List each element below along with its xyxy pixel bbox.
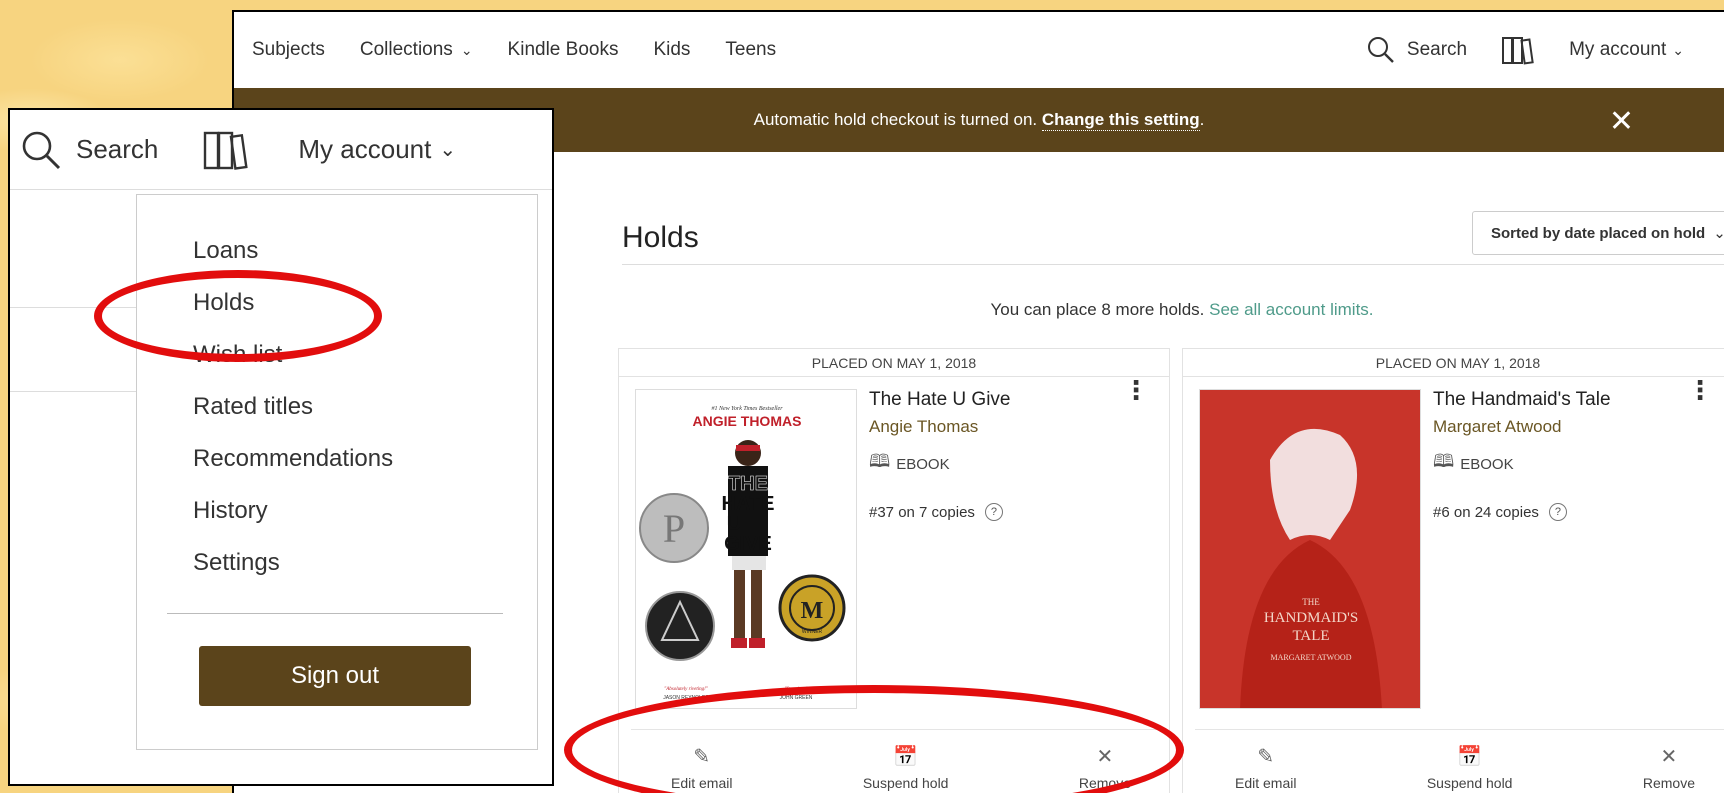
menu-divider <box>167 613 503 614</box>
chevron-down-icon: ⌄ <box>460 41 473 58</box>
search-icon <box>1367 37 1394 63</box>
edit-icon: ✎ <box>1257 746 1275 768</box>
book-title[interactable]: The Handmaid's Tale <box>1433 389 1611 411</box>
svg-text:P: P <box>663 506 685 551</box>
sign-out-button[interactable]: Sign out <box>199 646 471 706</box>
book-title[interactable]: The Hate U Give <box>869 389 1011 411</box>
nav-collections[interactable]: Collections ⌄ <box>360 39 473 61</box>
svg-text:#1 New York Times Bestseller: #1 New York Times Bestseller <box>711 406 783 412</box>
book-cover[interactable]: #1 New York Times Bestseller ANGIE THOMA… <box>635 389 857 709</box>
search-icon <box>22 131 61 169</box>
hold-card: PLACED ON MAY 1, 2018 THE HANDMAID'S TAL… <box>1182 348 1724 793</box>
handmaids-tale-cover-art: THE HANDMAID'S TALE MARGARET ATWOOD <box>1200 390 1420 708</box>
svg-text:M: M <box>801 598 824 624</box>
chevron-down-icon: ⌄ <box>1672 41 1684 58</box>
queue-position: #37 on 7 copies? <box>869 503 1011 521</box>
sort-dropdown[interactable]: Sorted by date placed on hold ⌄ <box>1472 211 1724 255</box>
hold-actions: ✎ Edit email 📅 Suspend hold ✕ Remove <box>1195 729 1724 791</box>
svg-text:THE: THE <box>1302 597 1320 607</box>
help-icon[interactable]: ? <box>984 503 1003 521</box>
more-options-icon[interactable]: ⋮ <box>1687 377 1713 403</box>
nav-teens[interactable]: Teens <box>725 39 776 61</box>
svg-text:GIVE: GIVE <box>724 533 772 555</box>
highlight-oval <box>94 270 382 362</box>
zoom-header: Search My account ⌄ <box>10 110 552 190</box>
nav-kids[interactable]: Kids <box>653 39 690 61</box>
svg-text:U: U <box>727 513 741 535</box>
menu-item-history[interactable]: History <box>193 497 268 525</box>
suspend-hold-button[interactable]: 📅 Suspend hold <box>1427 744 1513 791</box>
menu-item-loans[interactable]: Loans <box>193 237 258 265</box>
chevron-down-icon: ⌄ <box>1713 224 1724 242</box>
bookshelf-icon <box>1502 37 1534 65</box>
open-book-icon: 🕮 <box>869 451 891 471</box>
placed-date: PLACED ON MAY 1, 2018 <box>619 349 1169 377</box>
placed-date: PLACED ON MAY 1, 2018 <box>1183 349 1724 377</box>
holds-limit-text: You can place 8 more holds. See all acco… <box>990 300 1374 319</box>
svg-text:"Absolutely riveting!": "Absolutely riveting!" <box>664 687 709 692</box>
svg-text:HATE: HATE <box>722 493 775 515</box>
menu-item-settings[interactable]: Settings <box>193 549 280 577</box>
edit-email-button[interactable]: ✎ Edit email <box>1235 744 1296 791</box>
more-options-icon[interactable]: ⋮ <box>1123 377 1149 403</box>
bookshelf-button[interactable] <box>202 129 250 171</box>
page-title: Holds <box>622 221 699 254</box>
book-cover[interactable]: THE HANDMAID'S TALE MARGARET ATWOOD <box>1199 389 1421 709</box>
svg-text:TALE: TALE <box>1292 628 1329 644</box>
svg-text:ANGIE THOMAS: ANGIE THOMAS <box>693 413 802 429</box>
svg-text:MARGARET ATWOOD: MARGARET ATWOOD <box>1271 653 1352 662</box>
search-button[interactable]: Search <box>20 129 158 171</box>
calendar-icon: 📅 <box>1457 746 1483 768</box>
book-info: The Handmaid's Tale Margaret Atwood 🕮 EBO… <box>1433 389 1611 521</box>
format-label: 🕮 EBOOK <box>869 449 1011 479</box>
top-navigation: Subjects Collections ⌄ Kindle Books Kids … <box>234 12 1724 88</box>
help-icon[interactable]: ? <box>1548 503 1567 521</box>
search-button[interactable]: Search <box>1367 36 1467 64</box>
book-author[interactable]: Angie Thomas <box>869 417 1011 437</box>
close-icon[interactable]: ✕ <box>1609 104 1634 139</box>
chevron-down-icon: ⌄ <box>439 139 457 161</box>
hate-u-give-cover-art: #1 New York Times Bestseller ANGIE THOMA… <box>636 390 856 708</box>
account-menu-zoom: Search My account ⌄ Loans Holds Wish lis… <box>8 108 554 786</box>
my-account-menu[interactable]: My account ⌄ <box>298 134 456 165</box>
remove-button[interactable]: ✕ Remove <box>1643 744 1695 791</box>
account-limits-link[interactable]: See all account limits. <box>1209 300 1373 319</box>
close-icon: ✕ <box>1660 746 1678 768</box>
svg-text:HANDMAID'S: HANDMAID'S <box>1264 610 1358 626</box>
nav-subjects[interactable]: Subjects <box>252 39 325 61</box>
format-label: 🕮 EBOOK <box>1433 449 1611 479</box>
book-author[interactable]: Margaret Atwood <box>1433 417 1611 437</box>
my-account-menu[interactable]: My account ⌄ <box>1569 39 1684 61</box>
nav-kindle-books[interactable]: Kindle Books <box>508 39 619 61</box>
menu-item-rated-titles[interactable]: Rated titles <box>193 393 313 421</box>
holds-header: Holds Sorted by date placed on hold ⌄ <box>622 197 1724 265</box>
book-info: The Hate U Give Angie Thomas 🕮 EBOOK #37 … <box>869 389 1011 521</box>
menu-item-recommendations[interactable]: Recommendations <box>193 445 393 473</box>
queue-position: #6 on 24 copies? <box>1433 503 1611 521</box>
svg-text:WINNER: WINNER <box>802 629 823 635</box>
bookshelf-button[interactable] <box>1501 35 1535 65</box>
change-setting-link[interactable]: Change this setting <box>1041 110 1200 131</box>
svg-text:THE: THE <box>728 473 768 495</box>
bookshelf-icon <box>204 131 249 170</box>
open-book-icon: 🕮 <box>1433 451 1455 471</box>
